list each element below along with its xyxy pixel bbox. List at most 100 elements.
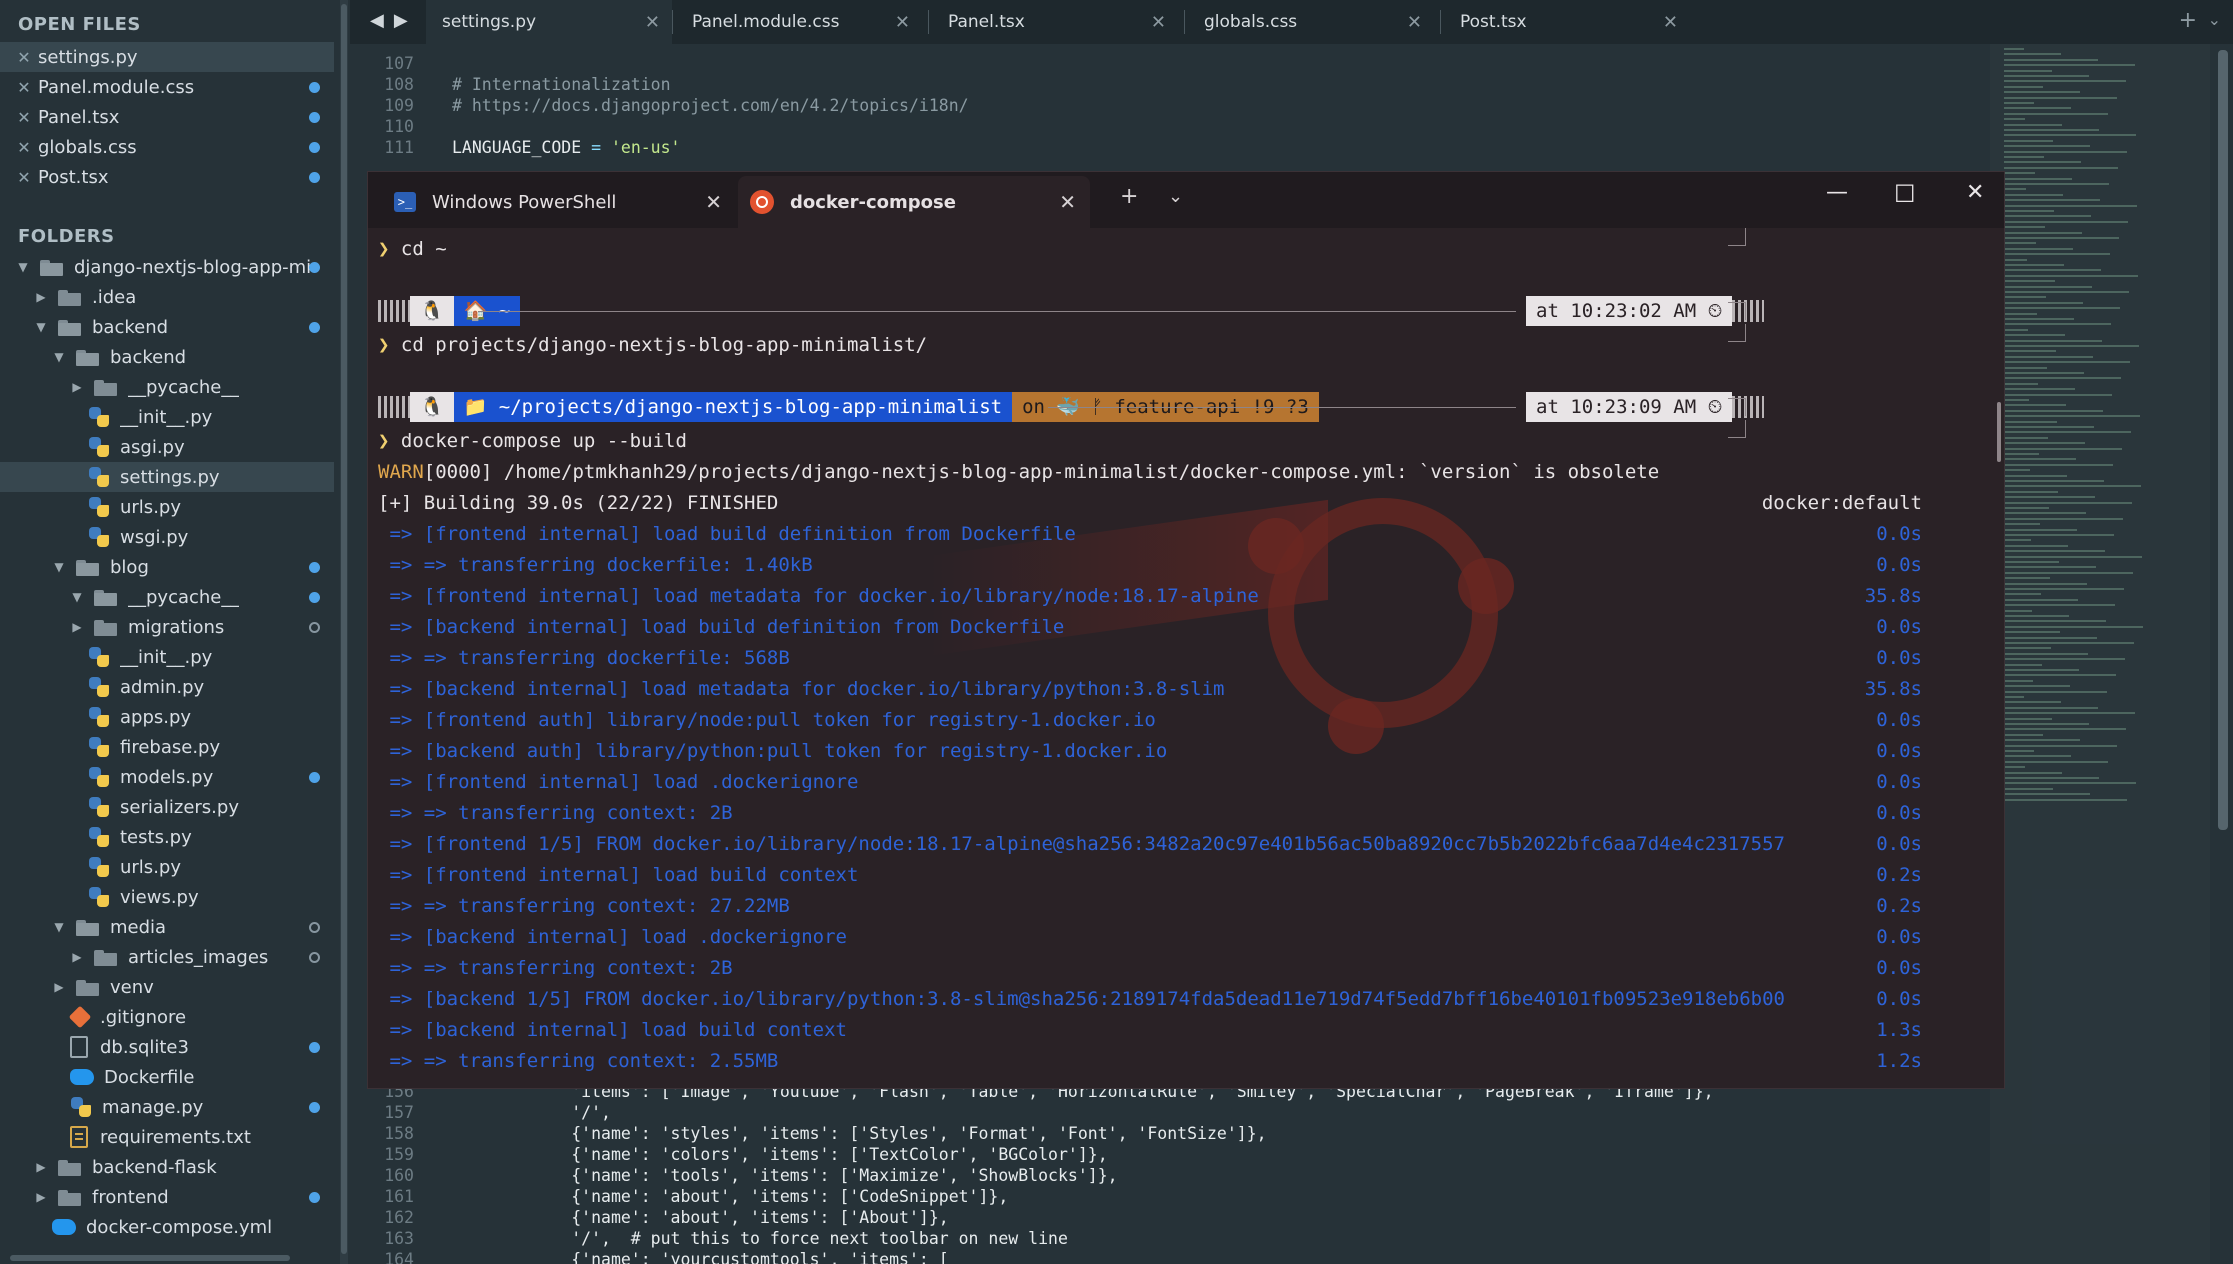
build-step-line: => [backend 1/5] FROM docker.io/library/…: [378, 984, 1785, 1014]
new-tab-icon[interactable]: +: [2179, 8, 2197, 33]
tree-folder[interactable]: ▼ django-nextjs-blog-app-minimalist: [0, 252, 334, 282]
close-icon[interactable]: ✕: [1663, 12, 1678, 33]
editor-tab[interactable]: settings.py ✕: [426, 0, 672, 44]
code-token: 'en-us': [601, 138, 681, 157]
output-line: [+] Building 39.0s (22/22) FINISHED: [378, 488, 778, 518]
editor-scrollbar[interactable]: [2218, 50, 2228, 830]
minimap-line: [2004, 523, 2040, 526]
command-line[interactable]: ❯ cd ~: [378, 234, 447, 264]
tree-file[interactable]: Dockerfile: [0, 1062, 334, 1092]
tree-file[interactable]: requirements.txt: [0, 1122, 334, 1152]
tree-file[interactable]: apps.py: [0, 702, 334, 732]
open-file-item[interactable]: ✕ Post.tsx: [0, 162, 334, 192]
editor-tab[interactable]: Post.tsx ✕: [1444, 0, 1690, 44]
tree-file[interactable]: tests.py: [0, 822, 334, 852]
tree-folder[interactable]: ▶ migrations: [0, 612, 334, 642]
tree-file[interactable]: db.sqlite3: [0, 1032, 334, 1062]
tree-file[interactable]: models.py: [0, 762, 334, 792]
tree-file[interactable]: __init__.py: [0, 642, 334, 672]
line-source: {'name': 'about', 'items': ['CodeSnippet…: [452, 1187, 1008, 1206]
sidebar-scrollbar[interactable]: [340, 0, 348, 1264]
tree-file[interactable]: docker-compose.yml: [0, 1212, 334, 1242]
open-file-item[interactable]: ✕ Panel.tsx: [0, 102, 334, 132]
caret-right-icon[interactable]: ▶: [68, 620, 86, 634]
editor-tab[interactable]: Panel.tsx ✕: [932, 0, 1178, 44]
tab-docker-compose[interactable]: docker-compose ✕: [738, 176, 1090, 228]
terminal-scrollbar[interactable]: [1997, 402, 2001, 462]
output-text: => [backend internal] load .dockerignore: [378, 926, 847, 948]
close-icon[interactable]: ✕: [1151, 12, 1166, 33]
build-step-line: => => transferring context: 2B: [378, 798, 732, 828]
caret-right-icon[interactable]: ▶: [68, 380, 86, 394]
close-icon[interactable]: ✕: [14, 108, 34, 127]
tree-item-label: settings.py: [120, 466, 220, 488]
close-icon[interactable]: ✕: [1407, 12, 1422, 33]
caret-down-icon[interactable]: ▼: [14, 260, 32, 274]
tree-file[interactable]: wsgi.py: [0, 522, 334, 552]
new-tab-button[interactable]: +: [1120, 184, 1138, 209]
tree-folder[interactable]: ▶ venv: [0, 972, 334, 1002]
minimap-line: [2004, 393, 2112, 396]
maximize-button[interactable]: ☐: [1894, 180, 1916, 208]
tree-folder[interactable]: ▶ articles_images: [0, 942, 334, 972]
tree-file[interactable]: views.py: [0, 882, 334, 912]
minimap[interactable]: [1990, 44, 2210, 1264]
minimap-line: [2004, 215, 2091, 218]
caret-down-icon[interactable]: ▼: [32, 320, 50, 334]
tree-file[interactable]: manage.py: [0, 1092, 334, 1122]
close-icon[interactable]: ✕: [14, 78, 34, 97]
editor-tab[interactable]: globals.css ✕: [1188, 0, 1434, 44]
caret-down-icon[interactable]: ▼: [50, 920, 68, 934]
tree-file[interactable]: .gitignore: [0, 1002, 334, 1032]
close-icon[interactable]: ✕: [895, 12, 910, 33]
open-file-label: Panel.tsx: [38, 106, 120, 128]
tree-file[interactable]: settings.py: [0, 462, 334, 492]
close-window-button[interactable]: ✕: [1966, 180, 1984, 205]
tree-folder[interactable]: ▼ __pycache__: [0, 582, 334, 612]
command-line[interactable]: ❯ cd projects/django-nextjs-blog-app-min…: [378, 330, 927, 360]
tab-dropdown-chevron-icon[interactable]: ⌄: [1168, 186, 1183, 207]
tree-folder[interactable]: ▶ __pycache__: [0, 372, 334, 402]
tree-file[interactable]: urls.py: [0, 492, 334, 522]
caret-down-icon[interactable]: ▼: [68, 590, 86, 604]
tree-folder[interactable]: ▶ backend-flask: [0, 1152, 334, 1182]
open-file-item[interactable]: ✕ Panel.module.css: [0, 72, 334, 102]
terminal-output[interactable]: ❯ cd ~ 🐧 🏠 ~ at 10:23:02 AM ⏲ ❯ cd projects/…: [368, 228, 2004, 1088]
tree-file[interactable]: admin.py: [0, 672, 334, 702]
close-icon[interactable]: ✕: [1059, 190, 1076, 214]
tree-folder[interactable]: ▶ .idea: [0, 282, 334, 312]
tree-file[interactable]: urls.py: [0, 852, 334, 882]
tree-folder[interactable]: ▼ backend: [0, 312, 334, 342]
tree-file[interactable]: serializers.py: [0, 792, 334, 822]
close-icon[interactable]: ✕: [14, 48, 34, 67]
close-icon[interactable]: ✕: [14, 168, 34, 187]
sidebar-scroll-thumb[interactable]: [341, 4, 347, 1254]
tab-windows-powershell[interactable]: >_ Windows PowerShell ✕: [382, 176, 736, 228]
command-line[interactable]: ❯ docker-compose up --build: [378, 426, 687, 456]
caret-right-icon[interactable]: ▶: [32, 1160, 50, 1174]
caret-right-icon[interactable]: ▶: [68, 950, 86, 964]
tree-folder[interactable]: ▼ backend: [0, 342, 334, 372]
tree-folder[interactable]: ▼ blog: [0, 552, 334, 582]
tree-folder[interactable]: ▼ media: [0, 912, 334, 942]
close-icon[interactable]: ✕: [14, 138, 34, 157]
tree-file[interactable]: asgi.py: [0, 432, 334, 462]
tab-list-chevron-icon[interactable]: ⌄: [2208, 10, 2221, 29]
close-icon[interactable]: ✕: [705, 190, 722, 214]
caret-right-icon[interactable]: ▶: [50, 980, 68, 994]
sidebar-horizontal-scrollbar[interactable]: [10, 1255, 290, 1261]
tab-nav-arrows-icon[interactable]: ◀▶: [370, 10, 418, 31]
tree-file[interactable]: firebase.py: [0, 732, 334, 762]
minimize-button[interactable]: —: [1826, 180, 1848, 205]
editor-tab[interactable]: Panel.module.css ✕: [676, 0, 922, 44]
open-file-item[interactable]: ✕ globals.css: [0, 132, 334, 162]
folder-icon: [94, 948, 118, 966]
caret-down-icon[interactable]: ▼: [50, 350, 68, 364]
caret-down-icon[interactable]: ▼: [50, 560, 68, 574]
caret-right-icon[interactable]: ▶: [32, 290, 50, 304]
caret-right-icon[interactable]: ▶: [32, 1190, 50, 1204]
close-icon[interactable]: ✕: [645, 12, 660, 33]
tree-file[interactable]: __init__.py: [0, 402, 334, 432]
open-file-item[interactable]: ✕ settings.py: [0, 42, 334, 72]
tree-folder[interactable]: ▶ frontend: [0, 1182, 334, 1212]
